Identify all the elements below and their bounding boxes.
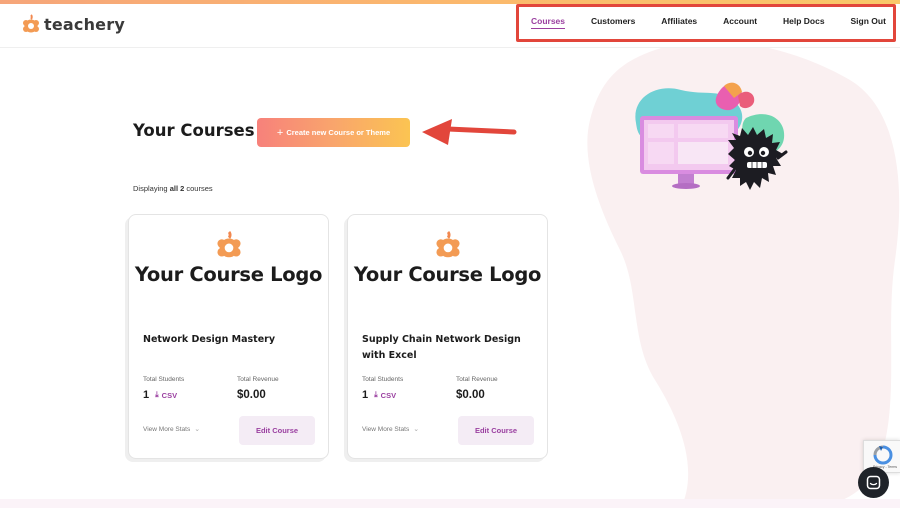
monster-monitor-illustration — [635, 82, 788, 190]
course-logo-icon — [435, 230, 460, 258]
nav-account[interactable]: Account — [723, 14, 757, 28]
students-count: 1 — [143, 389, 150, 401]
chat-icon — [866, 475, 881, 490]
students-stat: 1 ⤓ CSV — [143, 389, 177, 401]
chevron-down-icon: ⌄ — [194, 426, 201, 433]
create-course-button[interactable]: + Create new Course or Theme — [257, 118, 410, 147]
nav-sign-out[interactable]: Sign Out — [851, 14, 886, 28]
revenue-value: $0.00 — [456, 389, 485, 401]
revenue-value: $0.00 — [237, 389, 266, 401]
edit-course-button[interactable]: Edit Course — [239, 416, 315, 445]
download-icon: ⤓ — [374, 390, 378, 399]
courses-count-text: Displaying all 2 courses — [133, 184, 213, 193]
total-students-label: Total Students — [143, 376, 185, 383]
course-card: Your Course Logo Network Design Mastery … — [128, 214, 329, 459]
chevron-down-icon: ⌄ — [413, 426, 420, 433]
course-title[interactable]: Network Design Mastery — [143, 332, 318, 348]
nav-customers[interactable]: Customers — [591, 14, 635, 28]
total-students-label: Total Students — [362, 376, 404, 383]
top-nav: Courses Customers Affiliates Account Hel… — [531, 14, 886, 36]
total-revenue-label: Total Revenue — [456, 376, 498, 383]
footer-band — [0, 499, 900, 508]
nav-help-docs[interactable]: Help Docs — [783, 14, 825, 28]
course-logo-area: Your Course Logo — [129, 215, 328, 315]
csv-download-link[interactable]: ⤓ CSV — [374, 390, 396, 400]
students-count: 1 — [362, 389, 369, 401]
download-icon: ⤓ — [155, 390, 159, 399]
page-title: Your Courses — [133, 121, 255, 140]
teachery-logo-icon — [23, 14, 39, 33]
course-card: Your Course Logo Supply Chain Network De… — [347, 214, 548, 459]
course-title[interactable]: Supply Chain Network Design with Excel — [362, 332, 537, 364]
nav-affiliates[interactable]: Affiliates — [661, 14, 697, 28]
view-more-stats[interactable]: View More Stats ⌄ — [143, 425, 201, 434]
students-stat: 1 ⤓ CSV — [362, 389, 396, 401]
chat-button[interactable] — [858, 467, 889, 498]
course-logo-text: Your Course Logo — [134, 263, 323, 286]
red-pointer-arrow — [422, 119, 517, 145]
view-more-stats[interactable]: View More Stats ⌄ — [362, 425, 420, 434]
csv-download-link[interactable]: ⤓ CSV — [155, 390, 177, 400]
teachery-logo[interactable]: teachery — [22, 14, 125, 34]
total-revenue-label: Total Revenue — [237, 376, 279, 383]
recaptcha-icon — [873, 445, 893, 465]
course-logo-icon — [216, 230, 241, 258]
app-name: teachery — [44, 14, 125, 34]
course-logo-text: Your Course Logo — [353, 263, 542, 286]
edit-course-button[interactable]: Edit Course — [458, 416, 534, 445]
plus-icon: + — [276, 126, 284, 139]
nav-courses[interactable]: Courses — [531, 14, 566, 29]
create-course-label: Create new Course or Theme — [286, 128, 391, 137]
course-logo-area: Your Course Logo — [348, 215, 547, 315]
